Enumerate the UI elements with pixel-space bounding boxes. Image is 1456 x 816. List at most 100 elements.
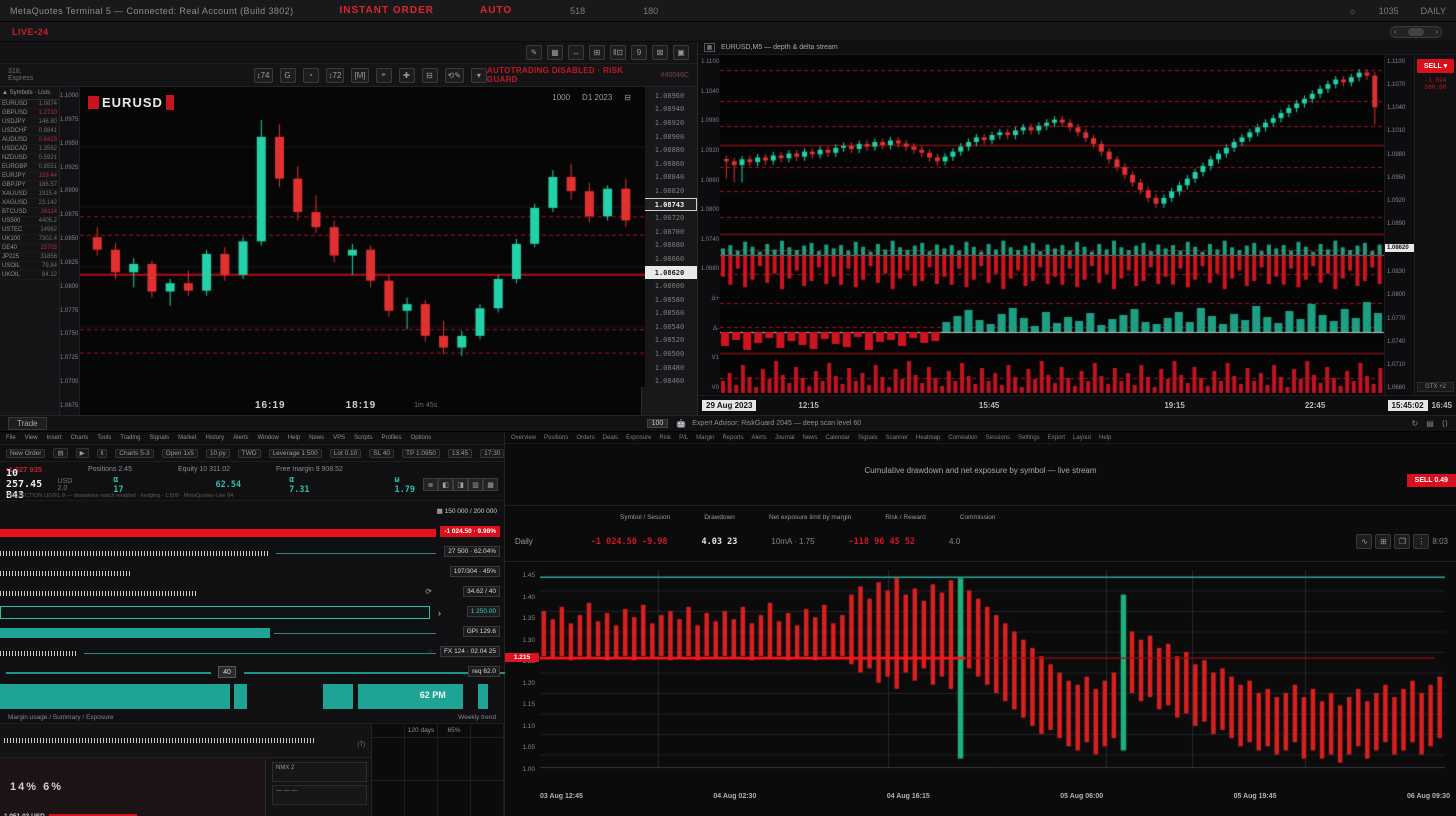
menu-item[interactable]: Risk xyxy=(659,435,671,441)
toolbar-button[interactable]: 13:45 xyxy=(448,449,472,458)
menu-item[interactable]: VPS xyxy=(333,435,345,441)
dom-price-row[interactable]: 1.08940 xyxy=(642,103,697,117)
dom-price-row[interactable]: 1.08620 xyxy=(642,266,697,280)
view-segment-button[interactable]: ◧ xyxy=(438,478,453,491)
chart-tool-icon[interactable]: G xyxy=(280,68,296,83)
dom-price-row[interactable]: 1.08880 xyxy=(642,143,697,157)
menu-item[interactable]: Scripts xyxy=(354,435,372,441)
multipane-chart[interactable] xyxy=(720,55,1384,395)
toolbar-button[interactable]: Lot 0.10 xyxy=(330,449,362,458)
dom-price-row[interactable]: 1.08840 xyxy=(642,171,697,185)
toolbar-icon[interactable]: ▣ xyxy=(673,45,689,60)
menu-item[interactable]: Sessions xyxy=(986,435,1010,441)
watchlist-row[interactable]: US5004405.2 xyxy=(0,217,59,226)
toolbar-button[interactable]: Leverage 1:500 xyxy=(269,449,322,458)
watchlist-row[interactable]: BTCUSD26114 xyxy=(0,208,59,217)
watchlist-row[interactable]: AUDUSD0.6423 xyxy=(0,136,59,145)
collapse-icon[interactable]: ⟨⟩ xyxy=(1442,419,1448,428)
menu-item[interactable]: Exposure xyxy=(626,435,651,441)
table-action-icon[interactable]: ⊞ xyxy=(1375,534,1391,549)
chart-type-icon[interactable]: ▦ xyxy=(704,43,715,52)
chart-tool-icon[interactable]: ↕74 xyxy=(254,68,273,83)
watchlist-row[interactable]: GBPUSD1.2710 xyxy=(0,109,59,118)
chart-tool-icon[interactable]: ✚ xyxy=(399,68,415,83)
view-segment-button[interactable]: ◨ xyxy=(453,478,468,491)
table-row[interactable]: Daily -1 024.50 -9.984.03 2310mA · 1.75-… xyxy=(515,534,1448,549)
dom-price-row[interactable]: 1.08480 xyxy=(642,361,697,375)
chart-tool-icon[interactable]: ◔ xyxy=(303,68,319,83)
menu-item[interactable]: Settings xyxy=(1018,435,1040,441)
toolbar-icon[interactable]: ⊞ xyxy=(589,45,605,60)
watchlist-row[interactable]: EURUSD1.0874 xyxy=(0,100,59,109)
toolbar-button[interactable]: 17:30 xyxy=(480,449,504,458)
watchlist-row[interactable]: USOIL79.84 xyxy=(0,262,59,271)
toggle-knob[interactable] xyxy=(1408,28,1424,36)
menu-item[interactable]: Overview xyxy=(511,435,536,441)
chart-info-item[interactable]: ⊟ xyxy=(624,93,631,102)
toolbar-button[interactable]: ‖ xyxy=(97,449,108,458)
row-icon[interactable]: ⟳ xyxy=(425,587,432,596)
menu-item[interactable]: Deals xyxy=(603,435,618,441)
toolbar-button[interactable]: Open 1x5 xyxy=(162,449,198,458)
dom-price-row[interactable]: 1.08743 xyxy=(642,198,697,212)
toolbar-button[interactable]: Charts 5-3 xyxy=(115,449,153,458)
toolbar-icon[interactable]: ▦ xyxy=(547,45,563,60)
watchlist-row[interactable]: USTEC14962 xyxy=(0,226,59,235)
row-icon[interactable]: ◌ xyxy=(427,647,432,656)
toolbar-button[interactable]: New Order xyxy=(6,449,45,458)
dom-price-row[interactable]: 1.08960 xyxy=(642,89,697,103)
dom-price-row[interactable]: 1.08660 xyxy=(642,252,697,266)
chart-tool-icon[interactable]: ▾ xyxy=(471,68,487,83)
dom-price-row[interactable]: 1.08720 xyxy=(642,211,697,225)
menu-item[interactable]: Heatmap xyxy=(916,435,940,441)
dom-price-row[interactable]: 1.08560 xyxy=(642,307,697,321)
menu-item[interactable]: Correlation xyxy=(948,435,977,441)
menu-item[interactable]: News xyxy=(803,435,818,441)
dom-price-row[interactable]: 1.08860 xyxy=(642,157,697,171)
dom-price-row[interactable]: 1.08520 xyxy=(642,334,697,348)
dom-price-row[interactable]: 1.08600 xyxy=(642,279,697,293)
toolbar-button[interactable]: 10 py xyxy=(206,449,230,458)
auto-trade-button[interactable]: AUTO xyxy=(480,5,512,16)
chart-tool-icon[interactable]: ⌖ xyxy=(376,68,392,83)
slider-handle[interactable]: 40 xyxy=(218,666,236,678)
menu-item[interactable]: Alerts xyxy=(751,435,766,441)
menu-item[interactable]: View xyxy=(25,435,38,441)
chart-tool-icon[interactable]: ⊟ xyxy=(422,68,438,83)
menu-item[interactable]: Signals xyxy=(858,435,878,441)
menu-item[interactable]: Help xyxy=(1099,435,1111,441)
menu-item[interactable]: Window xyxy=(257,435,278,441)
menu-item[interactable]: Insert xyxy=(47,435,62,441)
watchlist-row[interactable]: USDJPY146.80 xyxy=(0,118,59,127)
menu-item[interactable]: Options xyxy=(411,435,432,441)
toolbar-button[interactable]: TWD xyxy=(238,449,261,458)
watchlist-row[interactable]: EURGBP0.8551 xyxy=(0,163,59,172)
menu-item[interactable]: Positions xyxy=(544,435,568,441)
candlestick-chart-left[interactable]: EURUSD 1000D1 2023⊟ 16:19 18:19 1m 45s xyxy=(80,87,641,415)
watchlist-row[interactable]: UK1007302.4 xyxy=(0,235,59,244)
menu-item[interactable]: Export xyxy=(1048,435,1065,441)
daily-mode-label[interactable]: DAILY xyxy=(1421,6,1446,16)
dom-price-row[interactable]: 1.08900 xyxy=(642,130,697,144)
watchlist-row[interactable]: XAGUSD23.142 xyxy=(0,199,59,208)
sell-button[interactable]: SELL ▾ xyxy=(1417,59,1454,73)
menu-item[interactable]: Layout xyxy=(1073,435,1091,441)
toolbar-icon[interactable]: ✎ xyxy=(526,45,542,60)
dom-price-row[interactable]: 1.08700 xyxy=(642,225,697,239)
watchlist-row[interactable]: UKOIL84.12 xyxy=(0,271,59,280)
title-item-1[interactable]: 518 xyxy=(570,6,585,16)
dom-price-row[interactable]: 1.08920 xyxy=(642,116,697,130)
view-segment-button[interactable]: ≣ xyxy=(423,478,438,491)
menu-item[interactable]: Reports xyxy=(722,435,743,441)
menu-item[interactable]: Signals xyxy=(149,435,169,441)
dom-price-row[interactable]: 1.08540 xyxy=(642,320,697,334)
toolbar-button[interactable]: ▤ xyxy=(53,448,67,458)
menu-item[interactable]: Scanner xyxy=(886,435,908,441)
watchlist-row[interactable]: XAUUSD1915.4 xyxy=(0,190,59,199)
watchlist-row[interactable]: GBPJPY186.57 xyxy=(0,181,59,190)
analysis-sell-button[interactable]: SELL 0.49 xyxy=(1407,474,1456,487)
menu-item[interactable]: Alerts xyxy=(233,435,248,441)
grid-icon[interactable]: ▤ xyxy=(1426,419,1434,428)
account-toggle-pill[interactable]: ‹› xyxy=(1390,26,1442,38)
exposure-bar-row[interactable]: 40req 62.0 xyxy=(0,663,504,683)
